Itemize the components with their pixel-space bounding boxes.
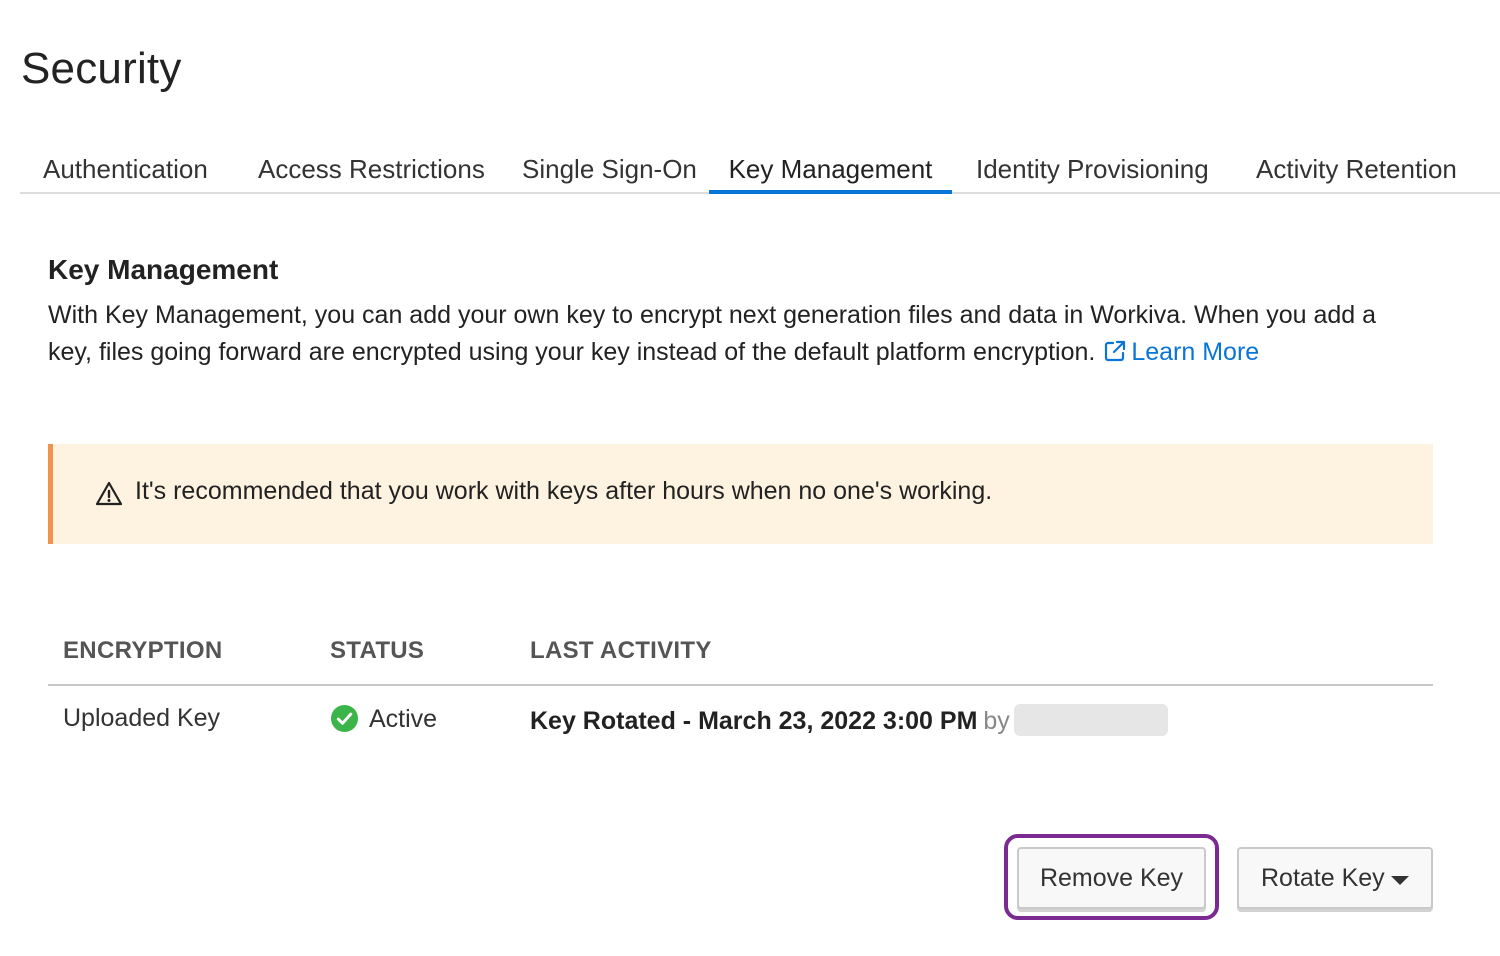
activity-by-label: by xyxy=(983,707,1010,735)
tab-single-sign-on[interactable]: Single Sign-On xyxy=(522,150,697,194)
header-encryption: ENCRYPTION xyxy=(63,637,223,664)
status-cell: Active xyxy=(330,704,437,734)
tab-identity-provisioning[interactable]: Identity Provisioning xyxy=(976,150,1209,194)
check-circle-icon xyxy=(330,704,359,733)
recommendation-alert: It's recommended that you work with keys… xyxy=(48,444,1433,544)
remove-key-button[interactable]: Remove Key xyxy=(1017,847,1206,909)
caret-down-icon xyxy=(1391,876,1409,885)
table-header: ENCRYPTION STATUS LAST ACTIVITY xyxy=(48,620,1433,686)
rotate-key-button[interactable]: Rotate Key xyxy=(1237,847,1433,909)
activity-value: Key Rotated - March 23, 2022 3:00 PM xyxy=(530,707,978,735)
header-last-activity: LAST ACTIVITY xyxy=(530,637,712,664)
external-link-icon xyxy=(1105,340,1126,362)
security-tabs: Authentication Access Restrictions Singl… xyxy=(20,150,1500,194)
learn-more-link[interactable]: Learn More xyxy=(1103,338,1259,366)
header-status: STATUS xyxy=(330,637,425,664)
redacted-user xyxy=(1013,704,1168,736)
status-value: Active xyxy=(369,705,438,733)
alert-text: It's recommended that you work with keys… xyxy=(135,477,993,505)
rotate-key-label: Rotate Key xyxy=(1261,863,1385,892)
learn-more-label: Learn More xyxy=(1131,338,1260,366)
section-description: With Key Management, you can add your ow… xyxy=(48,297,1408,371)
warning-icon xyxy=(95,481,123,506)
section-title: Key Management xyxy=(48,254,279,285)
table-row: Uploaded Key Active Key Rotated - March … xyxy=(48,686,1433,758)
encryption-value: Uploaded Key xyxy=(63,704,221,732)
key-table: ENCRYPTION STATUS LAST ACTIVITY Uploaded… xyxy=(48,620,1433,758)
activity-cell: Key Rotated - March 23, 2022 3:00 PM by xyxy=(530,704,1168,736)
tab-activity-retention[interactable]: Activity Retention xyxy=(1256,150,1457,194)
tab-access-restrictions[interactable]: Access Restrictions xyxy=(258,150,485,194)
tab-key-management[interactable]: Key Management xyxy=(709,150,952,194)
tab-authentication[interactable]: Authentication xyxy=(43,150,208,194)
page-title: Security xyxy=(21,44,182,93)
